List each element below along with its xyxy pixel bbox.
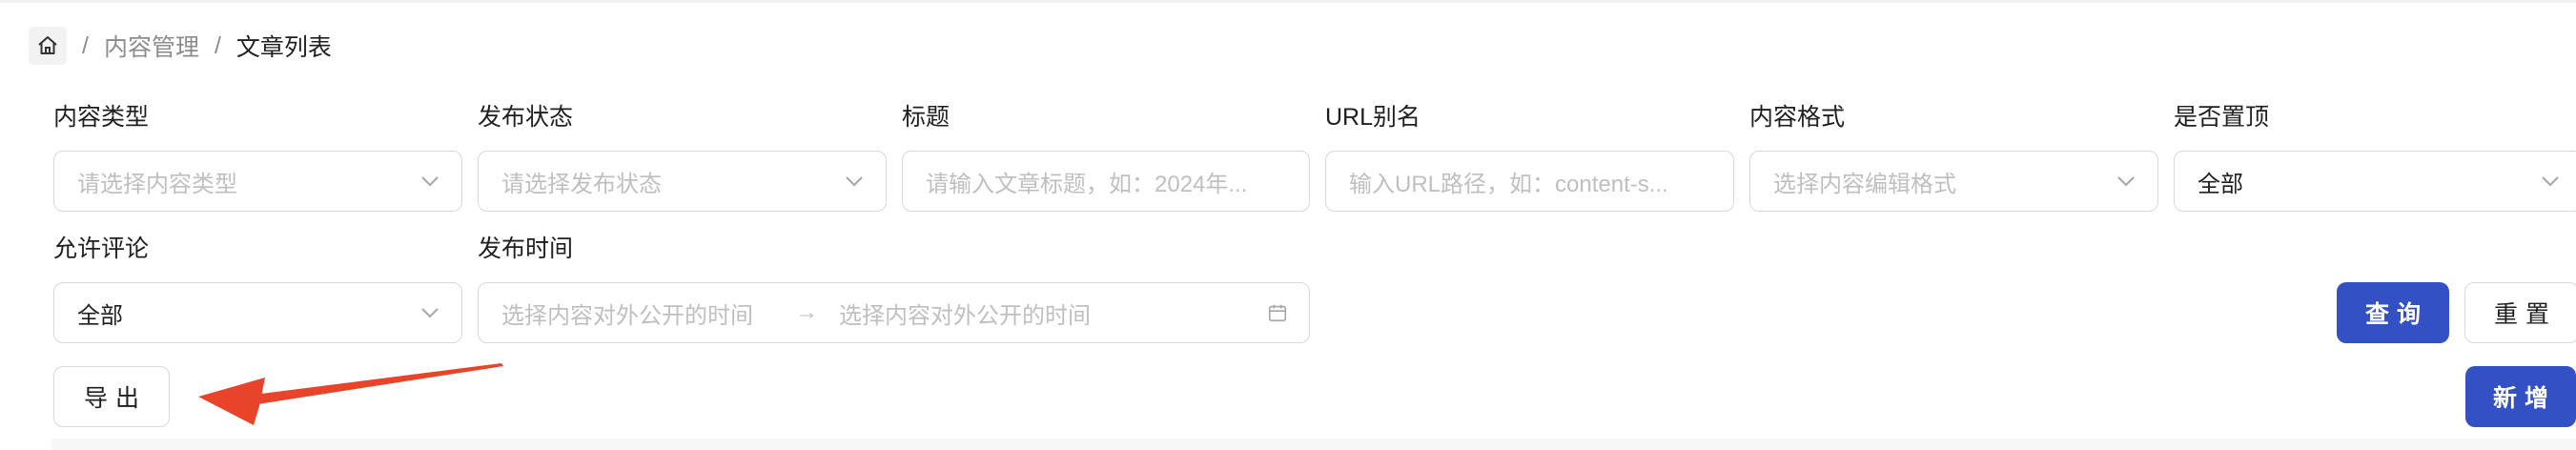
- content-format-placeholder: 选择内容编辑格式: [1773, 171, 1956, 197]
- add-button[interactable]: 新增: [2465, 366, 2576, 427]
- publish-time-end-placeholder[interactable]: 选择内容对外公开的时间: [839, 297, 1091, 330]
- export-button[interactable]: 导出: [53, 366, 170, 427]
- publish-time-range-picker[interactable]: 选择内容对外公开的时间 → 选择内容对外公开的时间: [478, 282, 1310, 343]
- title-label: 标题: [902, 104, 951, 131]
- content-type-label: 内容类型: [53, 104, 150, 131]
- publish-status-select[interactable]: 请选择发布状态: [478, 151, 887, 212]
- publish-status-placeholder: 请选择发布状态: [501, 171, 662, 197]
- title-input[interactable]: 请输入文章标题，如：2024年...: [902, 151, 1310, 212]
- breadcrumb: / 内容管理 / 文章列表: [29, 27, 332, 65]
- chevron-down-icon: [2540, 171, 2561, 192]
- publish-time-start-placeholder[interactable]: 选择内容对外公开的时间: [501, 297, 753, 330]
- content-format-label: 内容格式: [1749, 104, 1846, 131]
- reset-button[interactable]: 重置: [2464, 282, 2576, 343]
- publish-status-label: 发布状态: [478, 104, 574, 131]
- url-alias-input[interactable]: 输入URL路径，如：content-s...: [1325, 151, 1734, 212]
- is-pinned-value: 全部: [2198, 171, 2243, 197]
- breadcrumb-article-list: 文章列表: [235, 34, 332, 61]
- title-placeholder: 请输入文章标题，如：2024年...: [926, 171, 1248, 197]
- breadcrumb-content-management[interactable]: 内容管理: [104, 29, 199, 63]
- content-type-placeholder: 请选择内容类型: [77, 171, 237, 197]
- allow-comments-value: 全部: [77, 302, 123, 329]
- query-button[interactable]: 查询: [2337, 282, 2449, 343]
- allow-comments-label: 允许评论: [53, 235, 150, 262]
- breadcrumb-separator: /: [214, 31, 221, 59]
- chevron-down-icon: [844, 171, 865, 192]
- table-header-strip: [51, 439, 2576, 450]
- content-format-select[interactable]: 选择内容编辑格式: [1749, 151, 2158, 212]
- chevron-down-icon: [419, 302, 440, 323]
- chevron-down-icon: [419, 171, 440, 192]
- top-divider: [0, 0, 2576, 3]
- content-type-select[interactable]: 请选择内容类型: [53, 151, 462, 212]
- breadcrumb-separator: /: [82, 31, 89, 59]
- calendar-icon: [1267, 302, 1288, 323]
- range-arrow-icon: →: [795, 299, 818, 325]
- home-icon[interactable]: [29, 27, 67, 65]
- url-alias-label: URL别名: [1325, 104, 1421, 131]
- is-pinned-select[interactable]: 全部: [2174, 151, 2576, 212]
- allow-comments-select[interactable]: 全部: [53, 282, 462, 343]
- is-pinned-label: 是否置顶: [2174, 104, 2270, 131]
- chevron-down-icon: [2116, 171, 2136, 192]
- url-alias-placeholder: 输入URL路径，如：content-s...: [1349, 171, 1668, 197]
- annotation-arrow: [198, 363, 503, 425]
- publish-time-label: 发布时间: [478, 235, 574, 262]
